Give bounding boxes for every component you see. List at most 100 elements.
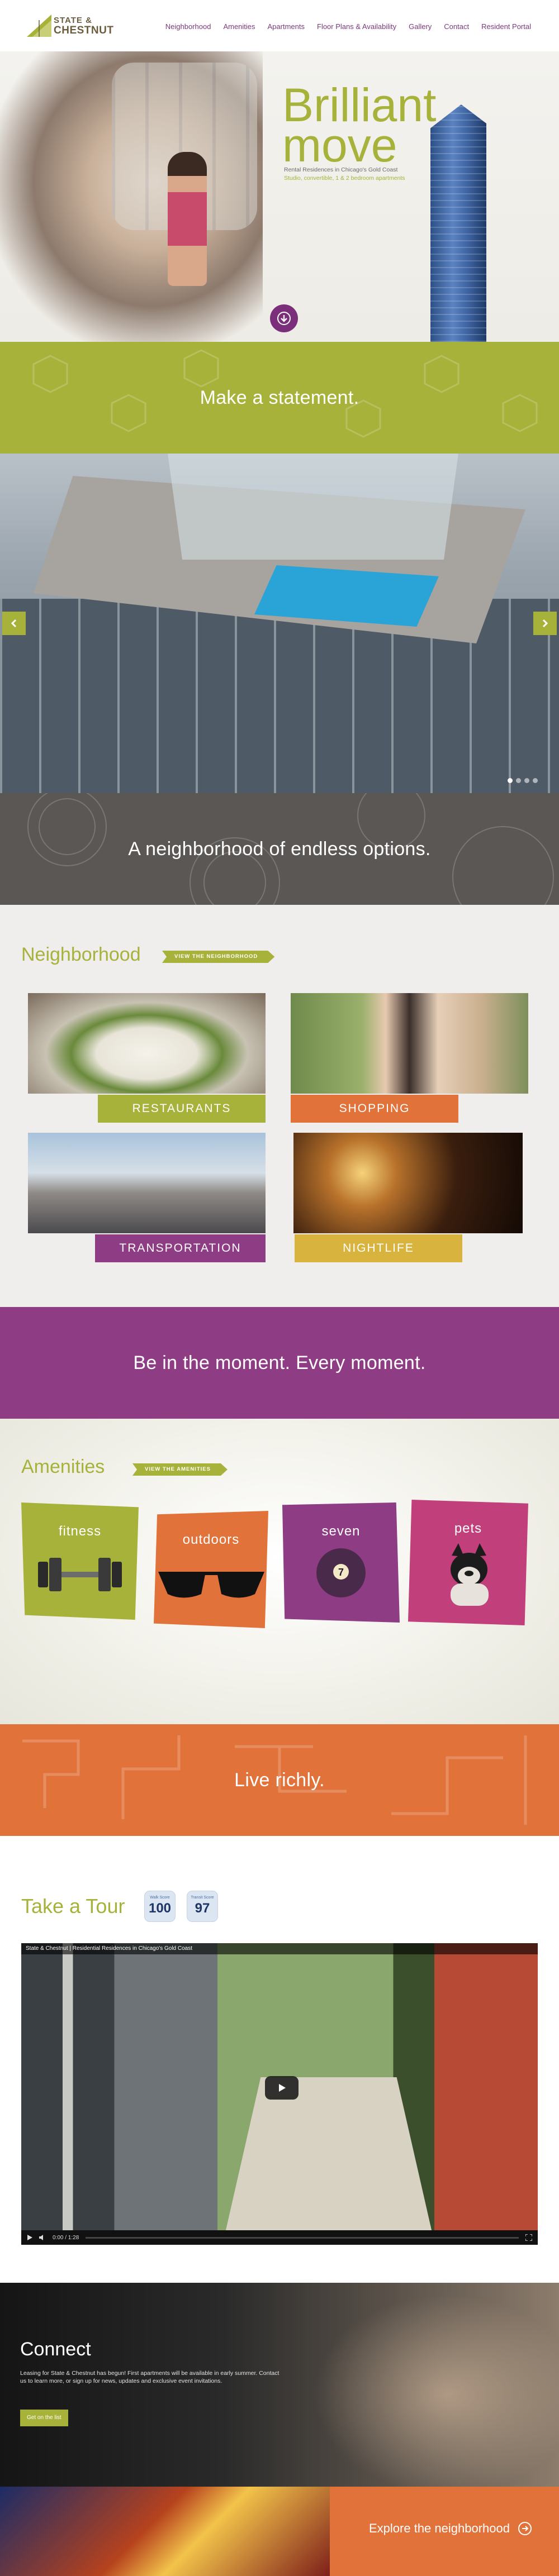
transportation-image: [28, 1133, 266, 1233]
amenities-section: Amenities VIEW THE AMENITIES fitness out…: [0, 1419, 559, 1724]
hero-subtitle-2: Studio, convertible, 1 & 2 bedroom apart…: [284, 175, 405, 182]
video-progress-bar[interactable]: [86, 2236, 519, 2239]
walk-score-value: 100: [148, 1901, 172, 1916]
neighborhood-section: Neighborhood VIEW THE NEIGHBORHOOD RESTA…: [0, 905, 559, 1307]
play-icon: [279, 2084, 286, 2092]
video-controls: 0:00 / 1:28: [21, 2230, 538, 2245]
video-time: 0:00 / 1:28: [53, 2234, 79, 2241]
neighborhood-title: Neighborhood: [21, 944, 141, 965]
slider-dot[interactable]: [516, 778, 521, 783]
play-small-icon[interactable]: [27, 2235, 32, 2240]
tile-label: NIGHTLIFE: [295, 1234, 462, 1262]
live-text: Live richly.: [234, 1769, 325, 1791]
arrow-right-circle-icon: [518, 2522, 532, 2535]
connect-photo: [313, 2294, 559, 2487]
slider-dot[interactable]: [533, 778, 538, 783]
chevron-left-icon: [11, 619, 17, 628]
logo[interactable]: STATE & CHESTNUT: [27, 11, 113, 40]
eight-ball-icon: 7: [316, 1548, 366, 1597]
connect-text: Leasing for State & Chestnut has begun! …: [20, 2370, 280, 2384]
tour-section: Take a Tour Walk Score 100 Transit Score…: [0, 1836, 559, 2283]
main-nav: Neighborhood Amenities Apartments Floor …: [165, 22, 531, 31]
tile-transportation[interactable]: TRANSPORTATION: [28, 1133, 266, 1267]
tile-nightlife[interactable]: NIGHTLIFE: [293, 1133, 523, 1267]
explore-link-label: Explore the neighborhood: [369, 2521, 510, 2535]
moment-text: Be in the moment. Every moment.: [133, 1352, 426, 1373]
logo-line-2: CHESTNUT: [54, 25, 114, 36]
nav-floor-plans[interactable]: Floor Plans & Availability: [317, 22, 396, 31]
page: STATE & CHESTNUT Neighborhood Amenities …: [0, 0, 559, 2576]
tile-label: RESTAURANTS: [98, 1095, 266, 1123]
sunglasses-icon: [158, 1572, 264, 1598]
slider-next-button[interactable]: [533, 612, 557, 635]
slider-dot[interactable]: [508, 778, 513, 783]
nav-neighborhood[interactable]: Neighborhood: [165, 22, 211, 31]
transit-score-value: 97: [195, 1901, 210, 1916]
card-label: outdoors: [182, 1532, 240, 1547]
tile-label: SHOPPING: [291, 1095, 458, 1123]
hero-title: Brilliant move: [282, 82, 436, 169]
card-seven[interactable]: seven 7: [282, 1502, 400, 1623]
explore-section: Explore the neighborhood: [0, 2487, 559, 2576]
logo-text: STATE & CHESTNUT: [54, 16, 113, 36]
get-on-list-button[interactable]: Get on the list: [20, 2410, 68, 2426]
theater-sign-image: [0, 2487, 330, 2576]
dog-icon: [450, 1543, 489, 1606]
shopping-image: [291, 993, 528, 1094]
tour-video[interactable]: State & Chestnut | Residential Residence…: [21, 1943, 538, 2245]
restaurants-image: [28, 993, 266, 1094]
glass-pavilion: [168, 454, 458, 560]
nightlife-image: [293, 1133, 523, 1233]
card-label: pets: [454, 1521, 482, 1536]
hero: Brilliant move Rental Residences in Chic…: [0, 51, 559, 342]
tile-label: TRANSPORTATION: [95, 1234, 266, 1262]
transit-score-badge[interactable]: Transit Score 97: [187, 1891, 218, 1922]
card-pets[interactable]: pets: [408, 1500, 528, 1625]
fullscreen-icon[interactable]: [525, 2234, 532, 2241]
slider-dot[interactable]: [524, 778, 529, 783]
nav-contact[interactable]: Contact: [444, 22, 469, 31]
video-title: State & Chestnut | Residential Residence…: [21, 1943, 538, 1954]
site-header: STATE & CHESTNUT Neighborhood Amenities …: [0, 0, 559, 51]
view-amenities-link[interactable]: VIEW THE AMENITIES: [132, 1463, 228, 1476]
tour-title: Take a Tour: [21, 1895, 125, 1917]
connect-title: Connect: [20, 2339, 91, 2360]
tower-lines: [430, 104, 486, 342]
slider-image: [0, 454, 559, 793]
scroll-down-button[interactable]: [270, 304, 298, 332]
amenities-title: Amenities: [21, 1456, 105, 1477]
ball-number: 7: [338, 1567, 344, 1578]
slider-prev-button[interactable]: [2, 612, 26, 635]
live-band: Live richly.: [0, 1724, 559, 1836]
chevron-right-icon: [542, 619, 548, 628]
logo-mark-icon: [27, 15, 51, 37]
explore-neighborhood-link[interactable]: Explore the neighborhood: [369, 2521, 532, 2536]
card-label: seven: [321, 1524, 361, 1539]
hero-woman-image: [168, 152, 207, 286]
nav-apartments[interactable]: Apartments: [268, 22, 305, 31]
nav-gallery[interactable]: Gallery: [409, 22, 432, 31]
hero-subtitle: Rental Residences in Chicago's Gold Coas…: [284, 166, 398, 173]
statement-text: Make a statement.: [200, 387, 359, 408]
play-button[interactable]: [265, 2076, 299, 2100]
tile-shopping[interactable]: SHOPPING: [291, 993, 528, 1127]
walk-score-badge[interactable]: Walk Score 100: [144, 1891, 176, 1922]
walk-score-label: Walk Score: [150, 1896, 170, 1900]
statement-band: Make a statement.: [0, 342, 559, 454]
arrow-down-icon: [277, 312, 291, 325]
moment-band: Be in the moment. Every moment.: [0, 1307, 559, 1419]
volume-icon[interactable]: [39, 2235, 46, 2240]
neighborhood-band: A neighborhood of endless options.: [0, 793, 559, 905]
card-outdoors[interactable]: outdoors: [154, 1511, 268, 1628]
nav-resident-portal[interactable]: Resident Portal: [481, 22, 531, 31]
neighborhood-band-text: A neighborhood of endless options.: [128, 838, 431, 860]
view-neighborhood-link[interactable]: VIEW THE NEIGHBORHOOD: [162, 951, 274, 963]
card-label: fitness: [58, 1524, 102, 1539]
card-fitness[interactable]: fitness: [21, 1502, 139, 1620]
transit-score-label: Transit Score: [191, 1896, 214, 1900]
dumbbell-icon: [38, 1558, 122, 1591]
connect-section: Connect Leasing for State & Chestnut has…: [0, 2283, 559, 2487]
tile-restaurants[interactable]: RESTAURANTS: [28, 993, 266, 1127]
nav-amenities[interactable]: Amenities: [223, 22, 255, 31]
slider-dots: [508, 778, 538, 783]
